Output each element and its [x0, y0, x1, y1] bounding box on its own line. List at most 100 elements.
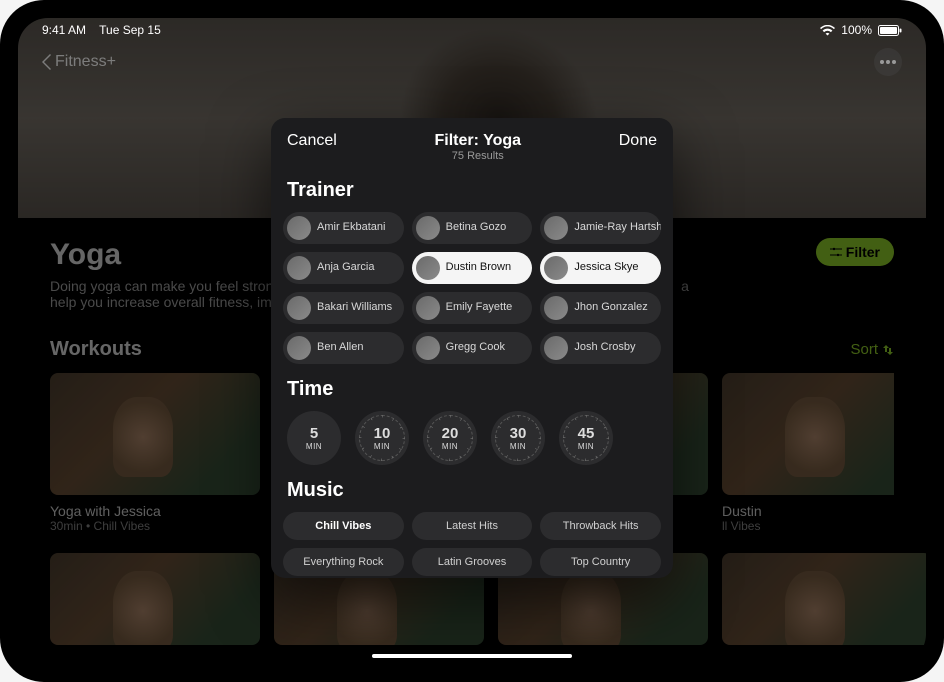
- trainer-name: Emily Fayette: [446, 302, 513, 314]
- workouts-title: Workouts: [50, 338, 142, 361]
- time-options: 5MIN10MIN20MIN30MIN45MIN: [287, 411, 661, 465]
- workout-card-title: Dustin: [722, 503, 894, 519]
- status-time: 9:41 AM: [42, 23, 86, 37]
- trainer-avatar-icon: [287, 256, 311, 280]
- sort-arrows-icon: [882, 344, 894, 356]
- trainer-avatar-icon: [416, 296, 440, 320]
- music-option[interactable]: Top Country: [540, 548, 661, 576]
- time-number: 30: [510, 426, 527, 441]
- trainer-avatar-icon: [544, 216, 568, 240]
- trainer-name: Jessica Skye: [574, 262, 638, 274]
- time-number: 20: [442, 426, 459, 441]
- trainer-avatar-icon: [544, 256, 568, 280]
- time-number: 45: [578, 426, 595, 441]
- time-option[interactable]: 30MIN: [491, 411, 545, 465]
- trainer-name: Betina Gozo: [446, 222, 507, 234]
- status-right: 100%: [820, 23, 902, 37]
- time-unit: MIN: [306, 442, 322, 451]
- sort-label: Sort: [850, 341, 878, 358]
- trainer-pill[interactable]: Anja Garcia: [283, 252, 404, 284]
- music-options: Chill Vibes Latest HitsThrowback Hits Ever…: [283, 512, 661, 578]
- workout-card[interactable]: Dustin ll Vibes: [722, 373, 894, 533]
- trainer-pill[interactable]: Jamie-Ray Hartshorne: [540, 212, 661, 244]
- music-group-title: Music: [287, 479, 657, 502]
- status-date: Tue Sep 15: [99, 23, 161, 37]
- trainer-pill[interactable]: Jhon Gonzalez: [540, 292, 661, 324]
- time-option[interactable]: 45MIN: [559, 411, 613, 465]
- back-label: Fitness+: [55, 53, 116, 71]
- workout-thumb: [722, 373, 894, 495]
- workout-card-sub: ll Vibes: [722, 519, 894, 533]
- battery-percent: 100%: [841, 23, 872, 37]
- trainer-avatar-icon: [544, 296, 568, 320]
- status-left: 9:41 AM Tue Sep 15: [42, 23, 161, 37]
- sheet-body[interactable]: Trainer Amir Ekbatani Betina Gozo Jamie-Ra…: [271, 173, 673, 578]
- sort-button[interactable]: Sort: [850, 341, 894, 358]
- trainer-pill[interactable]: Betina Gozo: [412, 212, 533, 244]
- trainer-name: Gregg Cook: [446, 342, 505, 354]
- time-number: 10: [374, 426, 391, 441]
- wifi-icon: [820, 25, 835, 36]
- trainer-name: Jhon Gonzalez: [574, 302, 647, 314]
- music-option[interactable]: Everything Rock: [283, 548, 404, 576]
- music-option[interactable]: Throwback Hits: [540, 512, 661, 540]
- filter-icon: [830, 246, 842, 258]
- battery-icon: [878, 25, 902, 36]
- trainer-avatar-icon: [416, 336, 440, 360]
- trainer-pill[interactable]: Josh Crosby: [540, 332, 661, 364]
- music-option[interactable]: Latin Grooves: [412, 548, 533, 576]
- chevron-left-icon: [42, 54, 51, 70]
- time-unit: MIN: [442, 442, 458, 451]
- trainer-grid: Amir Ekbatani Betina Gozo Jamie-Ray Hartsh…: [283, 212, 661, 364]
- time-number: 5: [310, 426, 318, 441]
- trainer-name: Josh Crosby: [574, 342, 635, 354]
- trainer-name: Jamie-Ray Hartshorne: [574, 222, 661, 234]
- trainer-group-title: Trainer: [287, 179, 657, 202]
- time-option[interactable]: 5MIN: [287, 411, 341, 465]
- trainer-name: Anja Garcia: [317, 262, 374, 274]
- workout-card-title: Yoga with Jessica: [50, 503, 260, 519]
- back-button[interactable]: Fitness+: [42, 53, 116, 71]
- trainer-avatar-icon: [416, 216, 440, 240]
- time-group-title: Time: [287, 378, 657, 401]
- trainer-pill[interactable]: Jessica Skye: [540, 252, 661, 284]
- time-unit: MIN: [510, 442, 526, 451]
- screen: 9:41 AM Tue Sep 15 100% Fitness+: [18, 18, 926, 664]
- workout-card-sub: 30min • Chill Vibes: [50, 519, 260, 533]
- time-option[interactable]: 10MIN: [355, 411, 409, 465]
- sheet-results: 75 Results: [435, 150, 522, 163]
- ipad-frame: 9:41 AM Tue Sep 15 100% Fitness+: [0, 0, 944, 682]
- workout-thumb: [50, 373, 260, 495]
- trainer-avatar-icon: [287, 216, 311, 240]
- trainer-pill[interactable]: Amir Ekbatani: [283, 212, 404, 244]
- status-bar: 9:41 AM Tue Sep 15 100%: [18, 18, 926, 40]
- filter-sheet: Cancel Filter: Yoga 75 Results Done Trai…: [271, 118, 673, 578]
- sheet-title: Filter: Yoga: [435, 132, 522, 150]
- home-indicator[interactable]: [372, 654, 572, 658]
- done-button[interactable]: Done: [619, 132, 657, 150]
- trainer-pill[interactable]: Dustin Brown: [412, 252, 533, 284]
- workout-thumb: [722, 553, 926, 645]
- trainer-avatar-icon: [287, 336, 311, 360]
- trainer-name: Dustin Brown: [446, 262, 511, 274]
- more-button[interactable]: [874, 48, 902, 76]
- music-option[interactable]: Chill Vibes: [283, 512, 404, 540]
- trainer-pill[interactable]: Ben Allen: [283, 332, 404, 364]
- trainer-name: Ben Allen: [317, 342, 363, 354]
- trainer-name: Amir Ekbatani: [317, 222, 385, 234]
- filter-button-label: Filter: [846, 244, 880, 260]
- trainer-avatar-icon: [287, 296, 311, 320]
- music-option[interactable]: Latest Hits: [412, 512, 533, 540]
- trainer-pill[interactable]: Emily Fayette: [412, 292, 533, 324]
- trainer-avatar-icon: [416, 256, 440, 280]
- workout-thumb: [50, 553, 260, 645]
- trainer-name: Bakari Williams: [317, 302, 392, 314]
- cancel-button[interactable]: Cancel: [287, 132, 337, 150]
- workout-card[interactable]: Yoga with Jessica 30min • Chill Vibes: [50, 373, 260, 533]
- filter-button[interactable]: Filter: [816, 238, 894, 266]
- time-option[interactable]: 20MIN: [423, 411, 477, 465]
- trainer-pill[interactable]: Gregg Cook: [412, 332, 533, 364]
- time-unit: MIN: [374, 442, 390, 451]
- time-unit: MIN: [578, 442, 594, 451]
- trainer-pill[interactable]: Bakari Williams: [283, 292, 404, 324]
